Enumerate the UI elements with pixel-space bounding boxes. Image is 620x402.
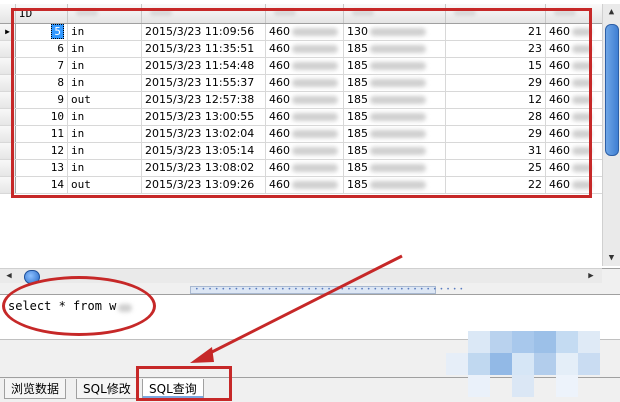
watermark-mosaic [446, 321, 620, 399]
